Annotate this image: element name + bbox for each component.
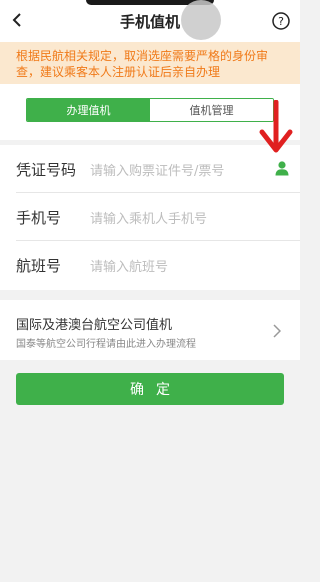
flight-input[interactable]: 请输入航班号 bbox=[90, 256, 168, 275]
phone-label: 手机号 bbox=[16, 209, 62, 227]
certificate-row[interactable]: 凭证号码 请输入购票证件号/票号 bbox=[0, 145, 300, 193]
svg-text:?: ? bbox=[278, 15, 284, 28]
red-down-arrow-annotation bbox=[259, 100, 293, 153]
phone-row[interactable]: 手机号 请输入乘机人手机号 bbox=[0, 193, 300, 241]
notice-text: 根据民航相关规定，取消选座需要严格的身份审查，建议乘客本人注册认证后亲自办理 bbox=[16, 49, 269, 79]
page-title: 手机值机 bbox=[119, 13, 180, 31]
confirm-button[interactable]: 确定 bbox=[16, 373, 284, 405]
certificate-input[interactable]: 请输入购票证件号/票号 bbox=[90, 160, 224, 179]
help-icon[interactable]: ? bbox=[272, 12, 290, 30]
flight-label: 航班号 bbox=[16, 257, 62, 275]
certificate-label: 凭证号码 bbox=[16, 161, 77, 179]
check-in-form: 凭证号码 请输入购票证件号/票号 手机号 请输入乘机人手机号 航班号 请输入航班… bbox=[0, 145, 300, 290]
flight-row[interactable]: 航班号 请输入航班号 bbox=[0, 241, 300, 289]
chevron-right-icon bbox=[273, 324, 281, 338]
international-subtitle: 国泰等航空公司行程请由此进入办理流程 bbox=[16, 339, 196, 350]
touch-indicator bbox=[181, 0, 221, 40]
top-bar: 手机值机 ? bbox=[0, 0, 300, 42]
tab-check-in[interactable]: 办理值机 bbox=[27, 99, 150, 121]
international-title: 国际及港澳台航空公司值机 bbox=[16, 318, 173, 333]
tab-check-in-manage[interactable]: 值机管理 bbox=[150, 99, 273, 121]
segmented-tabs: 办理值机 值机管理 bbox=[26, 98, 274, 122]
phone-input[interactable]: 请输入乘机人手机号 bbox=[90, 208, 207, 227]
person-icon[interactable] bbox=[274, 160, 290, 176]
